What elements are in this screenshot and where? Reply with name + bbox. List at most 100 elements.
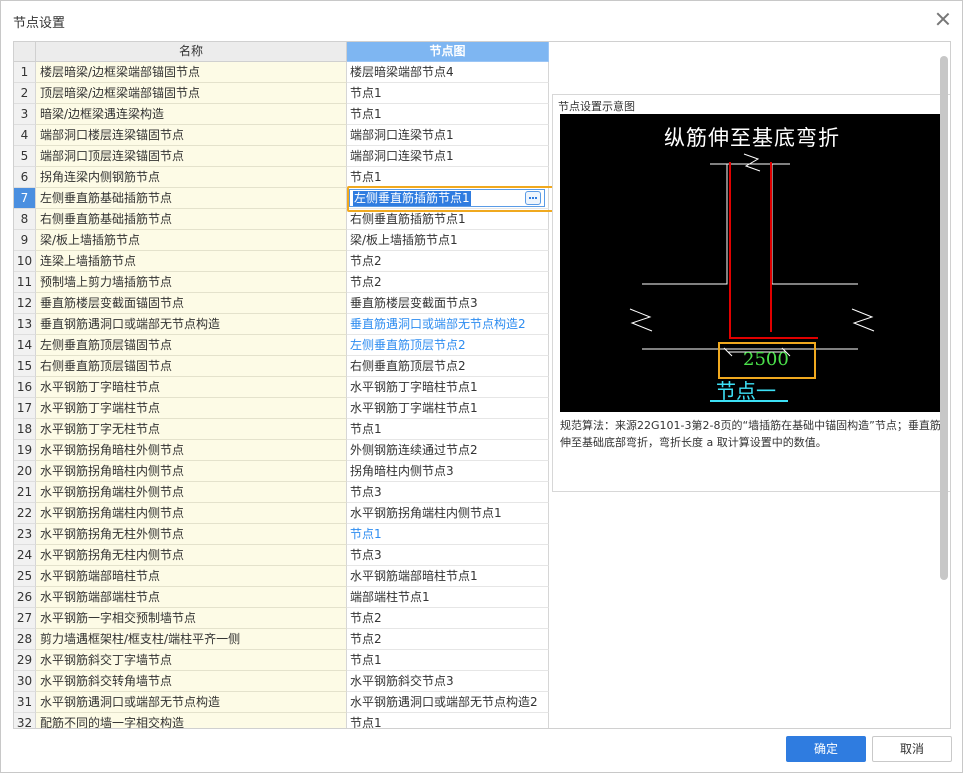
node-name-cell: 水平钢筋拐角端柱外侧节点 [36,482,347,503]
table-row[interactable]: 2 顶层暗梁/边框梁端部锚固节点 节点1 [14,83,549,104]
vertical-scrollbar[interactable] [940,56,948,580]
node-diagram-cell[interactable]: 水平钢筋斜交节点3 [347,671,549,692]
row-number: 24 [14,545,36,566]
node-name-cell: 楼层暗梁/边框梁端部锚固节点 [36,62,347,83]
node-name-cell: 暗梁/边框梁遇连梁构造 [36,104,347,125]
table-row[interactable]: 15 右侧垂直筋顶层锚固节点 右侧垂直筋顶层节点2 [14,356,549,377]
node-diagram-cell[interactable]: 端部端柱节点1 [347,587,549,608]
node-diagram-cell[interactable]: 节点1 [347,650,549,671]
node-diagram-cell[interactable]: 水平钢筋丁字端柱节点1 [347,398,549,419]
row-number: 11 [14,272,36,293]
node-diagram-cell[interactable]: 右侧垂直筋顶层节点2 [347,356,549,377]
node-diagram-cell[interactable]: 节点2 [347,629,549,650]
node-diagram-cell[interactable]: 水平钢筋端部暗柱节点1 [347,566,549,587]
table-row[interactable]: 14 左侧垂直筋顶层锚固节点 左侧垂直筋顶层节点2 [14,335,549,356]
node-name-cell: 端部洞口楼层连梁锚固节点 [36,125,347,146]
row-number: 9 [14,230,36,251]
node-diagram-cell[interactable]: 节点1 [347,167,549,188]
table-row[interactable]: 27 水平钢筋一字相交预制墙节点 节点2 [14,608,549,629]
node-name-cell: 水平钢筋一字相交预制墙节点 [36,608,347,629]
node-diagram-cell[interactable]: 节点2 [347,251,549,272]
node-diagram-cell[interactable]: 垂直筋楼层变截面节点3 [347,293,549,314]
node-name-cell: 左侧垂直筋基础插筋节点 [36,188,347,209]
row-number: 16 [14,377,36,398]
node-name-cell: 水平钢筋拐角端柱内侧节点 [36,503,347,524]
table-row[interactable]: 18 水平钢筋丁字无柱节点 节点1 [14,419,549,440]
table-row[interactable]: 12 垂直筋楼层变截面锚固节点 垂直筋楼层变截面节点3 [14,293,549,314]
table-row[interactable]: 8 右侧垂直筋基础插筋节点 右侧垂直筋插筋节点1 [14,209,549,230]
node-diagram-cell[interactable]: 节点1 [347,83,549,104]
node-diagram-cell[interactable]: 水平钢筋遇洞口或端部无节点构造2 [347,692,549,713]
table-row[interactable]: 6 拐角连梁内侧钢筋节点 节点1 [14,167,549,188]
preview-title: 节点设置示意图 [558,100,635,113]
node-name-cell: 右侧垂直筋基础插筋节点 [36,209,347,230]
node-diagram-cell[interactable]: 端部洞口连梁节点1 [347,125,549,146]
node-diagram-cell[interactable]: 楼层暗梁端部节点4 [347,62,549,83]
table-row[interactable]: 28 剪力墙遇框架柱/框支柱/端柱平齐一侧 节点2 [14,629,549,650]
node-diagram-cell[interactable]: 节点1 [347,419,549,440]
node-diagram-cell[interactable]: 节点2 [347,272,549,293]
node-diagram-cell[interactable]: 右侧垂直筋插筋节点1 [347,209,549,230]
row-number: 17 [14,398,36,419]
row-number: 10 [14,251,36,272]
row-number: 2 [14,83,36,104]
table-row[interactable]: 1 楼层暗梁/边框梁端部锚固节点 楼层暗梁端部节点4 [14,62,549,83]
row-number: 32 [14,713,36,728]
node-name-cell: 剪力墙遇框架柱/框支柱/端柱平齐一侧 [36,629,347,650]
table-row[interactable]: 31 水平钢筋遇洞口或端部无节点构造 水平钢筋遇洞口或端部无节点构造2 [14,692,549,713]
node-diagram-cell[interactable]: 拐角暗柱内侧节点3 [347,461,549,482]
node-diagram-cell[interactable]: 节点1 [347,104,549,125]
table-row[interactable]: 5 端部洞口顶层连梁锚固节点 端部洞口连梁节点1 [14,146,549,167]
table-row[interactable]: 22 水平钢筋拐角端柱内侧节点 水平钢筋拐角端柱内侧节点1 [14,503,549,524]
row-number: 26 [14,587,36,608]
row-number: 30 [14,671,36,692]
table-row[interactable]: 4 端部洞口楼层连梁锚固节点 端部洞口连梁节点1 [14,125,549,146]
node-diagram-cell[interactable]: 节点3 [347,482,549,503]
table-row[interactable]: 17 水平钢筋丁字端柱节点 水平钢筋丁字端柱节点1 [14,398,549,419]
node-diagram-cell[interactable]: 垂直筋遇洞口或端部无节点构造2 [347,314,549,335]
node-name-cell: 配筋不同的墙一字相交构造 [36,713,347,728]
table-row[interactable]: 23 水平钢筋拐角无柱外侧节点 节点1 [14,524,549,545]
table-row[interactable]: 13 垂直钢筋遇洞口或端部无节点构造 垂直筋遇洞口或端部无节点构造2 [14,314,549,335]
node-diagram-cell[interactable]: 端部洞口连梁节点1 [347,146,549,167]
close-icon[interactable] [934,10,952,28]
table-row[interactable]: 11 预制墙上剪力墙插筋节点 节点2 [14,272,549,293]
row-number: 20 [14,461,36,482]
table-row[interactable]: 10 连梁上墙插筋节点 节点2 [14,251,549,272]
node-name-cell: 右侧垂直筋顶层锚固节点 [36,356,347,377]
node-diagram-cell[interactable]: 左侧垂直筋顶层节点2 [347,335,549,356]
node-name-cell: 水平钢筋遇洞口或端部无节点构造 [36,692,347,713]
row-number: 31 [14,692,36,713]
node-diagram-cell[interactable]: 节点1 [347,713,549,728]
preview-panel: 节点设置示意图 纵筋伸至基底弯折 2500 节点一 规范算法：来源22G101-… [552,94,950,492]
table-row[interactable]: 24 水平钢筋拐角无柱内侧节点 节点3 [14,545,549,566]
table-row[interactable]: 16 水平钢筋丁字暗柱节点 水平钢筋丁字暗柱节点1 [14,377,549,398]
node-diagram-cell[interactable]: 水平钢筋丁字暗柱节点1 [347,377,549,398]
node-diagram: 纵筋伸至基底弯折 2500 节点一 [560,114,944,412]
row-number: 6 [14,167,36,188]
node-name-cell: 水平钢筋拐角暗柱外侧节点 [36,440,347,461]
table-row[interactable]: 20 水平钢筋拐角暗柱内侧节点 拐角暗柱内侧节点3 [14,461,549,482]
node-diagram-cell[interactable]: 水平钢筋拐角端柱内侧节点1 [347,503,549,524]
node-name-cell: 梁/板上墙插筋节点 [36,230,347,251]
node-name-cell: 左侧垂直筋顶层锚固节点 [36,335,347,356]
table-row[interactable]: 26 水平钢筋端部端柱节点 端部端柱节点1 [14,587,549,608]
ok-button[interactable]: 确定 [786,736,866,762]
node-diagram-cell[interactable]: 节点3 [347,545,549,566]
node-diagram-cell[interactable]: 节点2 [347,608,549,629]
node-diagram-cell[interactable]: 梁/板上墙插筋节点1 [347,230,549,251]
table-row[interactable]: 29 水平钢筋斜交丁字墙节点 节点1 [14,650,549,671]
cancel-button[interactable]: 取消 [872,736,952,762]
node-name-cell: 水平钢筋斜交转角墙节点 [36,671,347,692]
node-diagram-cell[interactable]: 外侧钢筋连续通过节点2 [347,440,549,461]
table-row[interactable]: 9 梁/板上墙插筋节点 梁/板上墙插筋节点1 [14,230,549,251]
table-row[interactable]: 25 水平钢筋端部暗柱节点 水平钢筋端部暗柱节点1 [14,566,549,587]
table-row[interactable]: 3 暗梁/边框梁遇连梁构造 节点1 [14,104,549,125]
table-row[interactable]: 32 配筋不同的墙一字相交构造 节点1 [14,713,549,728]
wall-left-outline [642,164,728,285]
node-diagram-cell[interactable]: 节点1 [347,524,549,545]
table-row[interactable]: 19 水平钢筋拐角暗柱外侧节点 外侧钢筋连续通过节点2 [14,440,549,461]
table-row[interactable]: 21 水平钢筋拐角端柱外侧节点 节点3 [14,482,549,503]
table-row[interactable]: 30 水平钢筋斜交转角墙节点 水平钢筋斜交节点3 [14,671,549,692]
node-name-cell: 水平钢筋端部暗柱节点 [36,566,347,587]
